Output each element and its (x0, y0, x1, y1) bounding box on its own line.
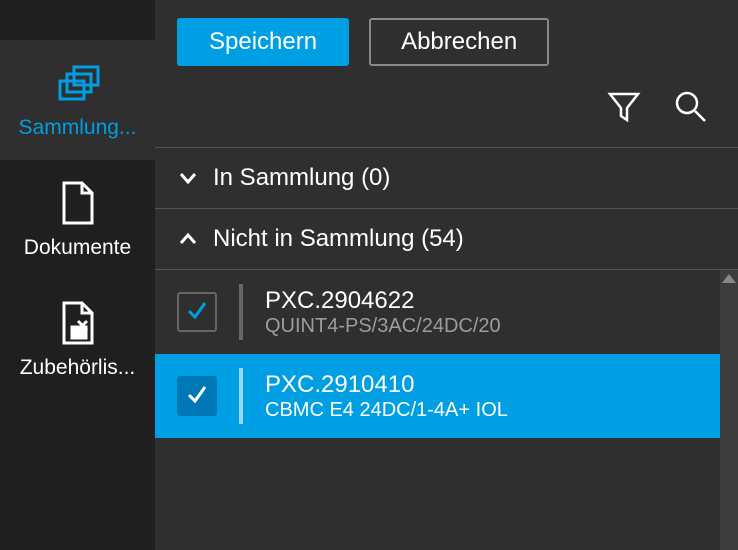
toolbar: Speichern Abbrechen (155, 0, 738, 82)
scroll-up-icon (722, 274, 736, 283)
cancel-button[interactable]: Abbrechen (369, 18, 549, 66)
accessories-icon (53, 300, 103, 346)
sidebar-item-accessories[interactable]: Zubehörlis... (0, 280, 155, 400)
item-subtitle: QUINT4-PS/3AC/24DC/20 (265, 315, 501, 338)
sidebar-item-label: Sammlung... (19, 116, 137, 140)
section-not-in-collection[interactable]: Nicht in Sammlung (54) (155, 209, 738, 269)
filter-icon[interactable] (606, 88, 642, 129)
document-icon (53, 180, 103, 226)
item-divider (239, 284, 243, 340)
sidebar-item-documents[interactable]: Dokumente (0, 160, 155, 280)
section-label: Nicht in Sammlung (54) (213, 225, 464, 253)
checkbox[interactable] (177, 376, 217, 416)
search-icon[interactable] (672, 88, 708, 129)
item-subtitle: CBMC E4 24DC/1-4A+ IOL (265, 399, 508, 422)
list-item[interactable]: PXC.2910410 CBMC E4 24DC/1-4A+ IOL (155, 354, 720, 438)
item-title: PXC.2904622 (265, 287, 501, 315)
chevron-down-icon (177, 167, 199, 189)
scrollbar[interactable] (720, 270, 738, 550)
sidebar-item-collection[interactable]: Sammlung... (0, 40, 155, 160)
filter-row (155, 82, 738, 147)
chevron-up-icon (177, 228, 199, 250)
main-panel: Speichern Abbrechen In Sammlung (0) (155, 0, 738, 550)
check-icon (185, 382, 209, 411)
item-divider (239, 368, 243, 424)
list-item[interactable]: PXC.2904622 QUINT4-PS/3AC/24DC/20 (155, 270, 720, 354)
section-label: In Sammlung (0) (213, 164, 390, 192)
section-in-collection[interactable]: In Sammlung (0) (155, 148, 738, 208)
sidebar: Sammlung... Dokumente Zubehörlis... (0, 0, 155, 550)
check-icon (185, 298, 209, 327)
save-button[interactable]: Speichern (177, 18, 349, 66)
sidebar-item-label: Zubehörlis... (20, 356, 136, 380)
list-wrap: PXC.2904622 QUINT4-PS/3AC/24DC/20 PXC.29… (155, 270, 738, 550)
item-list: PXC.2904622 QUINT4-PS/3AC/24DC/20 PXC.29… (155, 270, 720, 438)
sidebar-item-label: Dokumente (24, 236, 131, 260)
collection-icon (53, 60, 103, 106)
checkbox[interactable] (177, 292, 217, 332)
item-title: PXC.2910410 (265, 371, 508, 399)
